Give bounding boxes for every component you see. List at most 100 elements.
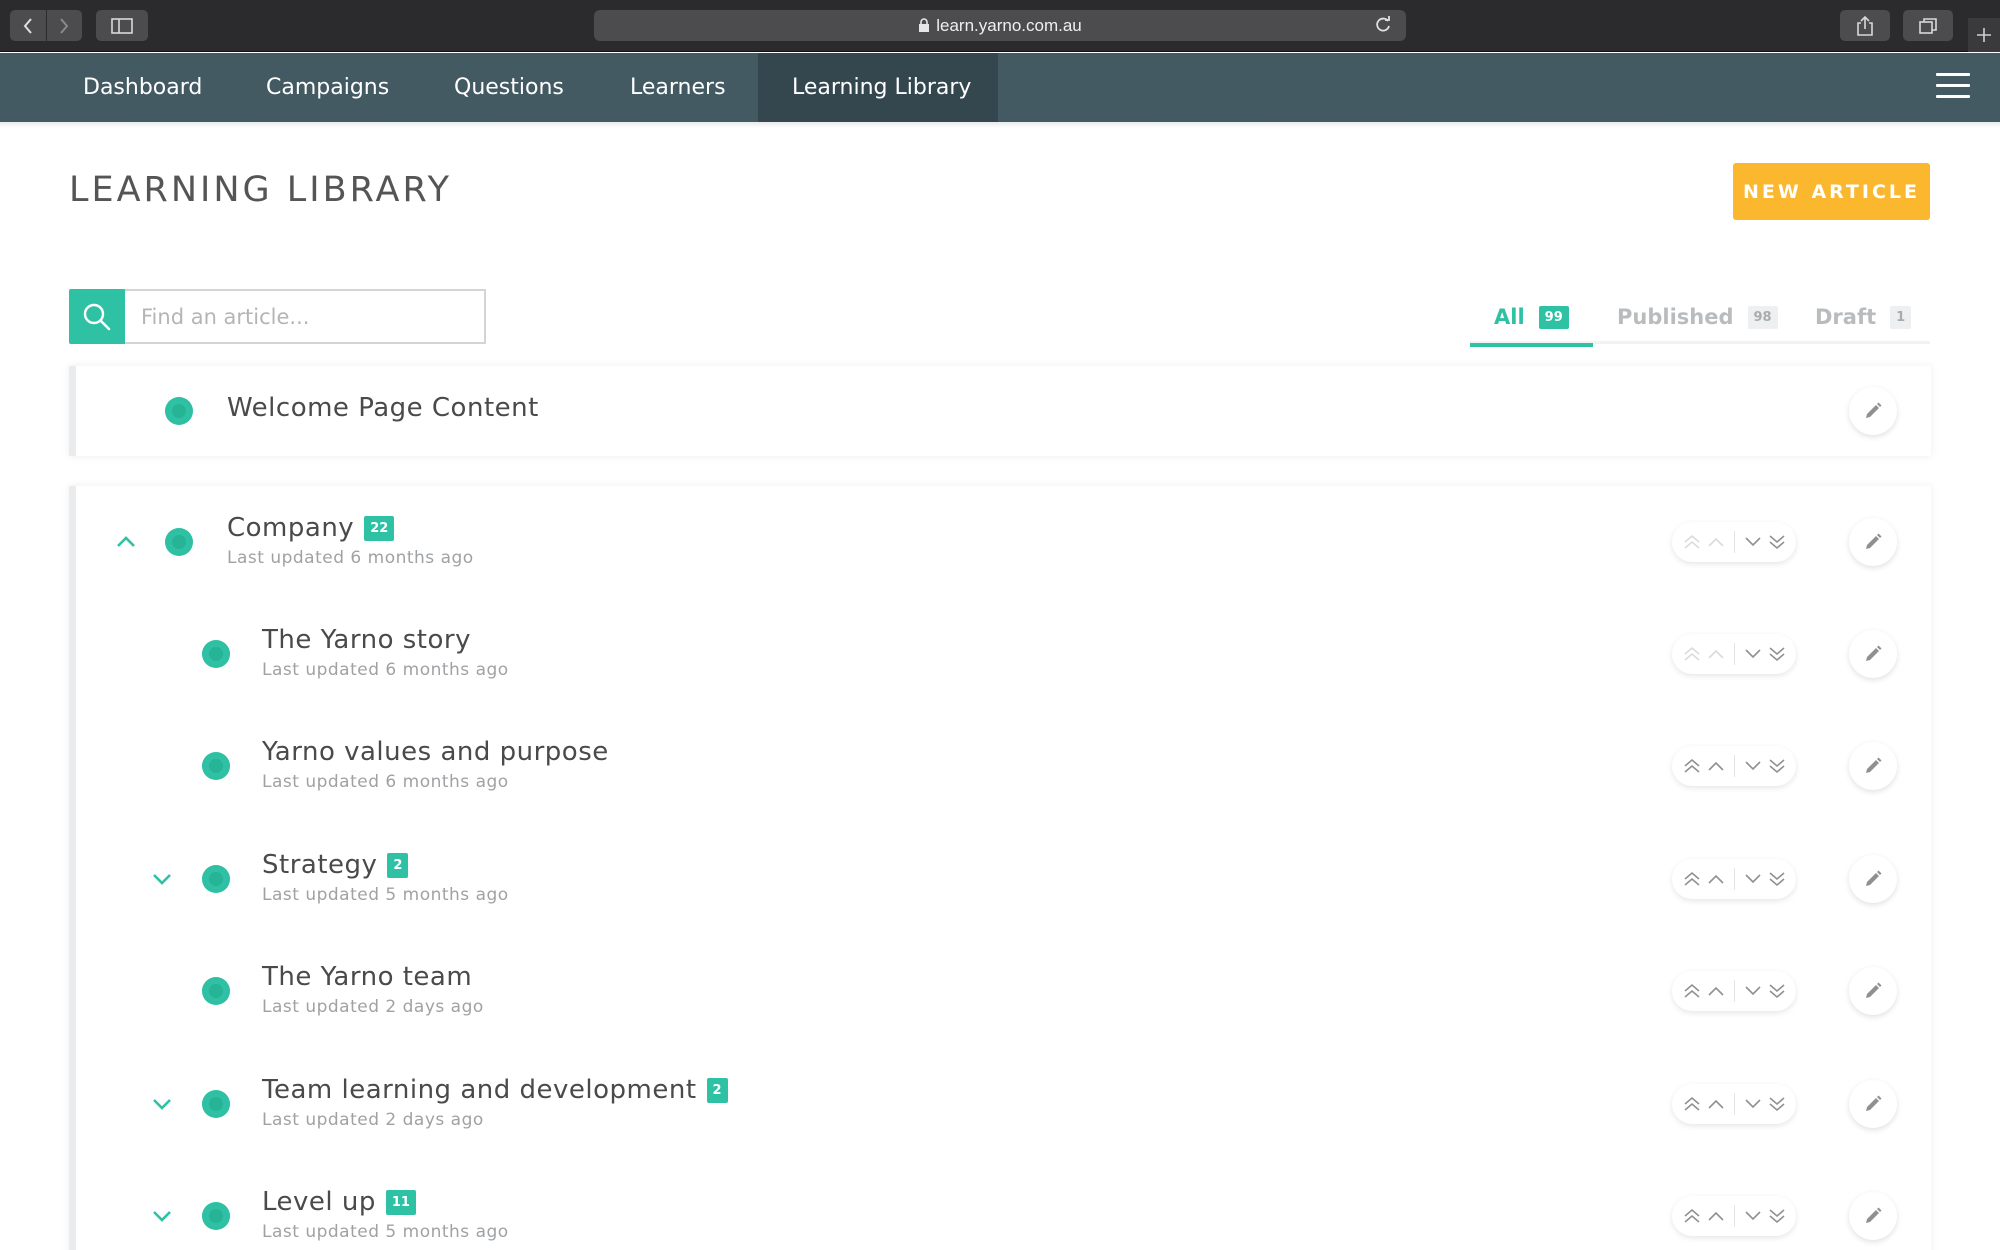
pencil-icon (1866, 645, 1882, 661)
double-chevron-up-icon (1683, 1096, 1700, 1111)
move-up-button[interactable] (1704, 754, 1728, 778)
move-down-button[interactable] (1741, 754, 1765, 778)
article-title[interactable]: Company 22 (227, 513, 395, 543)
nav-questions[interactable]: Questions (454, 53, 564, 122)
browser-nav-buttons (10, 10, 82, 41)
last-updated: Last updated 5 months ago (262, 885, 509, 905)
reload-icon[interactable] (1374, 13, 1392, 35)
reorder-controls (1672, 746, 1796, 786)
move-bottom-button[interactable] (1765, 1092, 1789, 1116)
reorder-controls (1672, 971, 1796, 1011)
edit-button[interactable] (1849, 742, 1897, 790)
new-article-button[interactable]: NEW ARTICLE (1733, 163, 1930, 220)
move-top-button[interactable] (1680, 530, 1704, 554)
double-chevron-up-icon (1683, 758, 1700, 773)
nav-shadow (0, 122, 2000, 128)
pencil-icon (1866, 1207, 1882, 1223)
move-up-button[interactable] (1704, 1092, 1728, 1116)
last-updated: Last updated 6 months ago (262, 660, 509, 680)
plus-icon (1977, 28, 1991, 42)
back-button[interactable] (10, 10, 46, 41)
article-row: Yarno values and purpose Last updated 6 … (76, 710, 1931, 822)
tab-all-label: All (1494, 305, 1525, 329)
article-title-text: The Yarno team (262, 962, 473, 992)
article-title[interactable]: Level up 11 (262, 1187, 416, 1217)
tab-draft[interactable]: Draft 1 (1815, 290, 1912, 344)
move-top-button[interactable] (1680, 867, 1704, 891)
filter-tabs: All 99 Published 98 Draft 1 (1470, 290, 1930, 347)
chevron-down-icon (1744, 1211, 1761, 1221)
move-bottom-button[interactable] (1765, 867, 1789, 891)
move-bottom-button[interactable] (1765, 642, 1789, 666)
article-row-company: Company 22 Last updated 6 months ago (76, 486, 1931, 598)
reorder-controls (1672, 1196, 1796, 1236)
move-up-button[interactable] (1704, 530, 1728, 554)
article-title[interactable]: Welcome Page Content (227, 393, 539, 423)
tab-overview-button[interactable] (1903, 10, 1953, 41)
edit-button[interactable] (1849, 630, 1897, 678)
separator (1733, 868, 1735, 890)
article-title[interactable]: Yarno values and purpose (262, 737, 609, 767)
tab-all[interactable]: All 99 (1470, 290, 1593, 347)
move-bottom-button[interactable] (1765, 979, 1789, 1003)
published-status-icon (165, 528, 193, 556)
tab-published[interactable]: Published 98 (1617, 290, 1778, 344)
new-tab-button[interactable] (1968, 18, 2000, 52)
move-down-button[interactable] (1741, 867, 1765, 891)
edit-button[interactable] (1849, 1192, 1897, 1240)
move-top-button[interactable] (1680, 1204, 1704, 1228)
move-up-button[interactable] (1704, 867, 1728, 891)
search-button[interactable] (69, 289, 125, 344)
move-down-button[interactable] (1741, 979, 1765, 1003)
chevron-up-icon (117, 536, 135, 547)
double-chevron-down-icon (1768, 1209, 1785, 1224)
edit-button[interactable] (1849, 967, 1897, 1015)
share-button[interactable] (1840, 10, 1890, 41)
address-bar[interactable]: learn.yarno.com.au (594, 10, 1406, 41)
nav-dashboard[interactable]: Dashboard (83, 53, 202, 122)
move-bottom-button[interactable] (1765, 1204, 1789, 1228)
expand-toggle[interactable] (149, 866, 175, 892)
article-title[interactable]: The Yarno team (262, 962, 472, 992)
edit-button[interactable] (1849, 1080, 1897, 1128)
double-chevron-up-icon (1683, 534, 1700, 549)
chevron-right-icon (60, 17, 69, 34)
move-top-button[interactable] (1680, 979, 1704, 1003)
last-updated: Last updated 2 days ago (262, 1110, 484, 1130)
article-title[interactable]: The Yarno story (262, 625, 471, 655)
move-bottom-button[interactable] (1765, 754, 1789, 778)
move-top-button[interactable] (1680, 642, 1704, 666)
nav-learners[interactable]: Learners (630, 53, 726, 122)
chevron-up-icon (1707, 649, 1724, 659)
article-title-text: Company (227, 513, 355, 543)
move-down-button[interactable] (1741, 1092, 1765, 1116)
article-title[interactable]: Team learning and development 2 (262, 1075, 728, 1105)
sidebar-toggle-button[interactable] (96, 10, 148, 41)
search-input[interactable] (125, 289, 486, 344)
article-title[interactable]: Strategy 2 (262, 850, 409, 880)
edit-button[interactable] (1849, 855, 1897, 903)
nav-campaigns[interactable]: Campaigns (266, 53, 389, 122)
move-down-button[interactable] (1741, 530, 1765, 554)
move-down-button[interactable] (1741, 1204, 1765, 1228)
edit-button[interactable] (1849, 387, 1897, 435)
move-up-button[interactable] (1704, 1204, 1728, 1228)
expand-toggle[interactable] (149, 1203, 175, 1229)
hamburger-icon[interactable] (1936, 73, 1970, 101)
forward-button[interactable] (45, 10, 83, 41)
edit-button[interactable] (1849, 518, 1897, 566)
last-updated: Last updated 2 days ago (262, 997, 484, 1017)
chevron-up-icon (1707, 761, 1724, 771)
move-down-button[interactable] (1741, 642, 1765, 666)
share-icon (1857, 15, 1873, 36)
tab-published-label: Published (1617, 305, 1734, 329)
move-up-button[interactable] (1704, 642, 1728, 666)
move-bottom-button[interactable] (1765, 530, 1789, 554)
move-up-button[interactable] (1704, 979, 1728, 1003)
move-top-button[interactable] (1680, 754, 1704, 778)
collapse-toggle[interactable] (113, 529, 139, 555)
nav-learning-library[interactable]: Learning Library (758, 53, 998, 122)
move-top-button[interactable] (1680, 1092, 1704, 1116)
expand-toggle[interactable] (149, 1091, 175, 1117)
tab-draft-label: Draft (1815, 305, 1877, 329)
